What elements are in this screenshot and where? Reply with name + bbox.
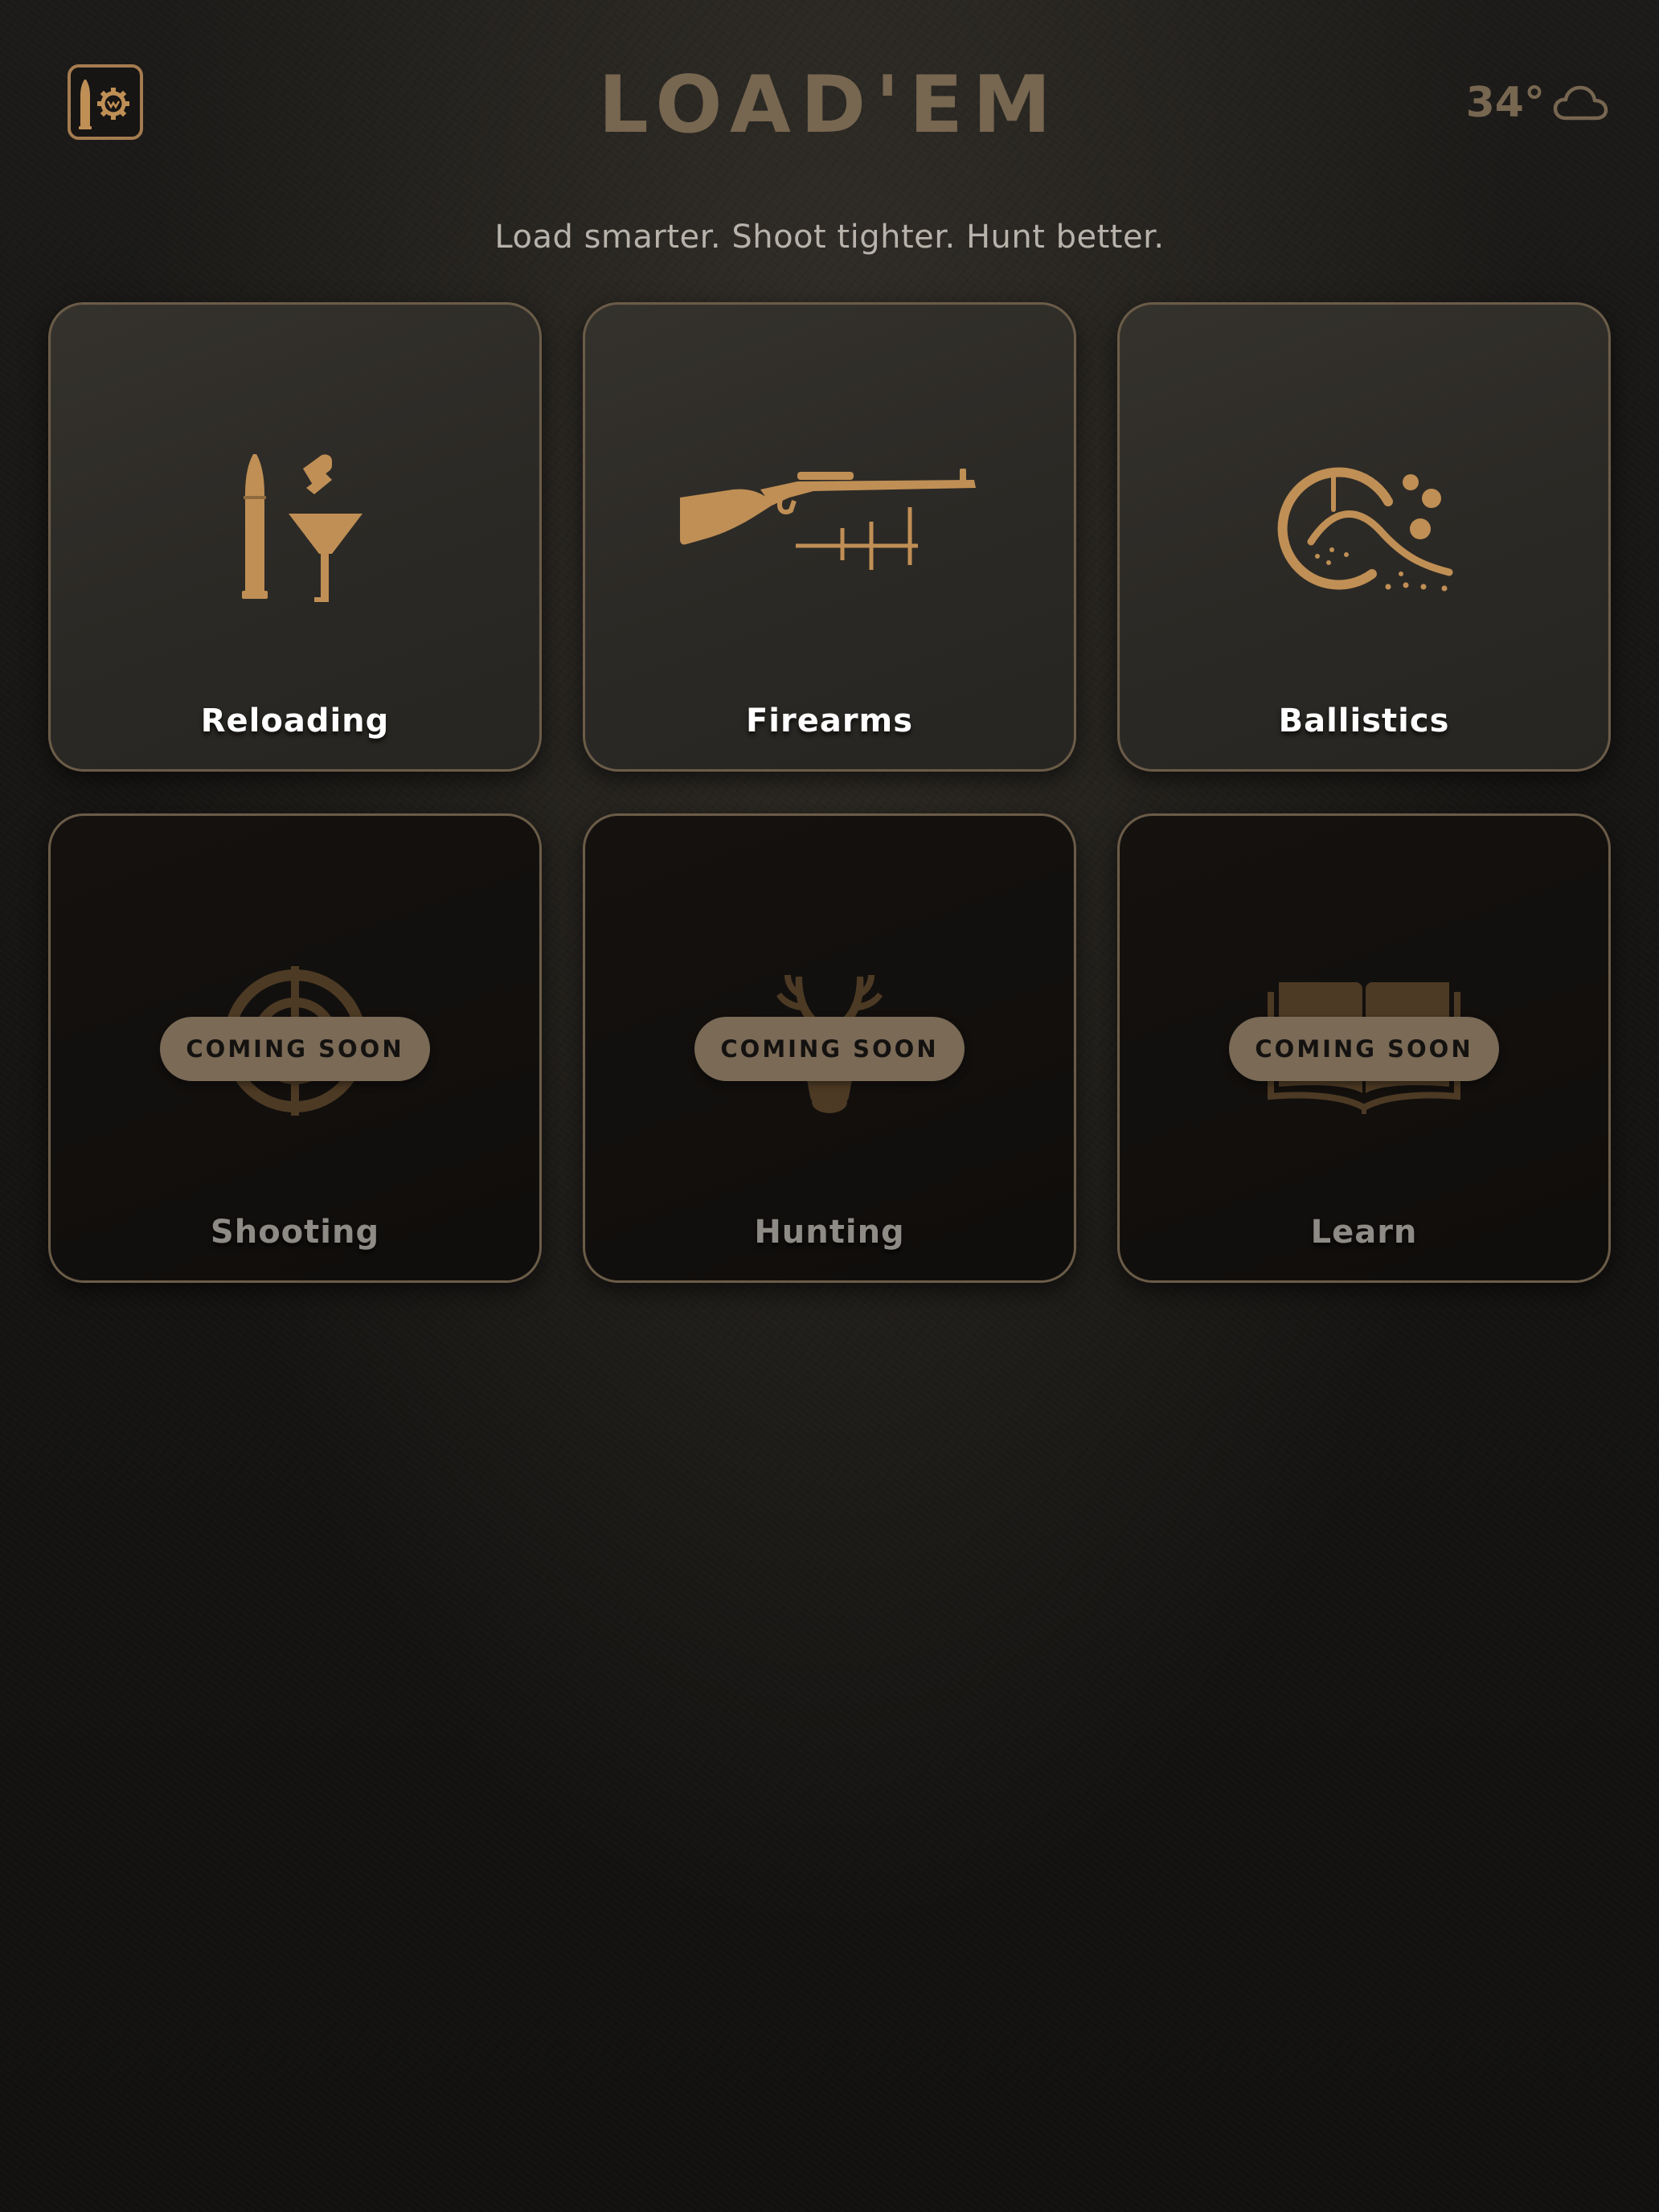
tile-label: Learn: [1310, 1214, 1418, 1251]
rifle-icon: [680, 469, 976, 570]
tile-hunting[interactable]: COMING SOON Hunting: [583, 813, 1076, 1283]
weather-widget[interactable]: 34°: [1466, 79, 1609, 127]
app-title: LOAD'EM: [598, 59, 1061, 151]
weather-temperature: 34°: [1465, 79, 1545, 127]
coming-soon-badge: COMING SOON: [694, 1017, 965, 1081]
coming-soon-badge: COMING SOON: [1229, 1017, 1499, 1081]
tile-label: Firearms: [745, 703, 914, 739]
tile-ballistics[interactable]: Ballistics: [1117, 302, 1611, 772]
tile-label: Reloading: [200, 703, 390, 739]
tagline: Load smarter. Shoot tighter. Hunt better…: [494, 219, 1165, 256]
tile-reloading[interactable]: Reloading: [48, 302, 542, 772]
tile-shooting[interactable]: COMING SOON Shooting: [48, 813, 542, 1283]
tile-firearms[interactable]: Firearms: [583, 302, 1076, 772]
tile-label: Shooting: [210, 1214, 380, 1251]
feature-grid: Reloading Firearms Ballistics COMING SOO…: [48, 302, 1611, 1283]
header: LOAD'EM 34°: [0, 0, 1659, 193]
tile-learn[interactable]: COMING SOON Learn: [1117, 813, 1611, 1283]
tile-label: Ballistics: [1278, 703, 1450, 739]
cloud-icon: [1553, 85, 1608, 121]
tile-label: Hunting: [754, 1214, 905, 1251]
bullet-powder-icon: [242, 454, 363, 602]
trajectory-icon: [1277, 467, 1453, 592]
coming-soon-badge: COMING SOON: [160, 1017, 430, 1081]
